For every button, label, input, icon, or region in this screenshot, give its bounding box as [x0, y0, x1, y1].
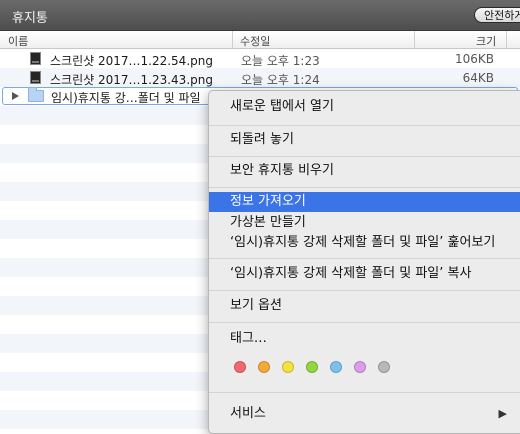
menu-separator	[209, 392, 520, 393]
tag-color-yellow[interactable]	[282, 361, 294, 373]
menu-separator	[209, 187, 520, 188]
folder-name: 임시)휴지통 강…폴더 및 파일	[51, 91, 201, 105]
tag-color-blue[interactable]	[330, 361, 342, 373]
menu-separator	[209, 156, 520, 157]
menu-item-make-alias[interactable]: 가상본 만들기	[209, 213, 520, 233]
menu-item-services[interactable]: 서비스 ▶	[209, 404, 520, 424]
image-file-icon	[30, 71, 41, 84]
column-divider[interactable]	[232, 31, 233, 48]
file-name: 스크린샷 2017…1.23.43.png	[50, 73, 213, 87]
tag-color-red[interactable]	[234, 361, 246, 373]
window-titlebar: 휴지통 안전하게 비우기	[0, 0, 520, 31]
image-file-icon	[30, 52, 41, 65]
tag-color-gray[interactable]	[378, 361, 390, 373]
menu-item-copy[interactable]: ‘임시)휴지통 강제 삭제할 폴더 및 파일’ 복사	[209, 264, 520, 284]
menu-item-tags[interactable]: 태그…	[209, 329, 520, 349]
file-list: 스크린샷 2017…1.22.54.png 오늘 오후 1:23 106KB 스…	[0, 49, 520, 105]
menu-separator	[209, 125, 520, 126]
menu-separator	[209, 322, 520, 323]
column-divider[interactable]	[414, 31, 415, 48]
column-divider[interactable]	[506, 31, 507, 48]
menu-separator	[209, 290, 520, 291]
menu-item-get-info[interactable]: 정보 가져오기	[209, 192, 520, 212]
tag-color-green[interactable]	[306, 361, 318, 373]
disclosure-triangle-icon[interactable]	[12, 92, 19, 100]
file-row[interactable]: 스크린샷 2017…1.23.43.png 오늘 오후 1:24 64KB	[0, 68, 520, 87]
window-title: 휴지통	[12, 11, 48, 26]
menu-item-quick-look[interactable]: ‘임시)휴지통 강제 삭제할 폴더 및 파일’ 훑어보기	[209, 233, 520, 253]
column-modified[interactable]: 수정일	[240, 33, 270, 49]
secure-empty-button[interactable]: 안전하게 비우기	[474, 7, 520, 23]
column-size[interactable]: 크기	[476, 33, 496, 49]
context-menu: 새로운 탭에서 열기 되돌려 놓기 보안 휴지통 비우기 정보 가져오기 가상본…	[208, 90, 520, 434]
column-name[interactable]: 이름	[8, 33, 28, 49]
folder-icon	[28, 87, 44, 102]
menu-item-view-options[interactable]: 보기 옵션	[209, 296, 520, 316]
menu-item-open-new-tab[interactable]: 새로운 탭에서 열기	[209, 97, 520, 117]
menu-item-secure-empty[interactable]: 보안 휴지통 비우기	[209, 161, 520, 181]
file-date: 오늘 오후 1:24	[241, 73, 320, 87]
file-row[interactable]: 스크린샷 2017…1.22.54.png 오늘 오후 1:23 106KB	[0, 49, 520, 68]
menu-item-services-label: 서비스	[230, 406, 266, 421]
menu-separator	[209, 258, 520, 259]
file-size: 106KB	[454, 52, 494, 66]
column-header: 이름 수정일 크기	[0, 31, 520, 49]
file-name: 스크린샷 2017…1.22.54.png	[50, 54, 213, 68]
tag-color-purple[interactable]	[354, 361, 366, 373]
tag-color-orange[interactable]	[258, 361, 270, 373]
menu-item-put-back[interactable]: 되돌려 놓기	[209, 130, 520, 150]
submenu-arrow-icon: ▶	[498, 407, 507, 420]
file-date: 오늘 오후 1:23	[241, 54, 320, 68]
file-size: 64KB	[462, 71, 494, 85]
